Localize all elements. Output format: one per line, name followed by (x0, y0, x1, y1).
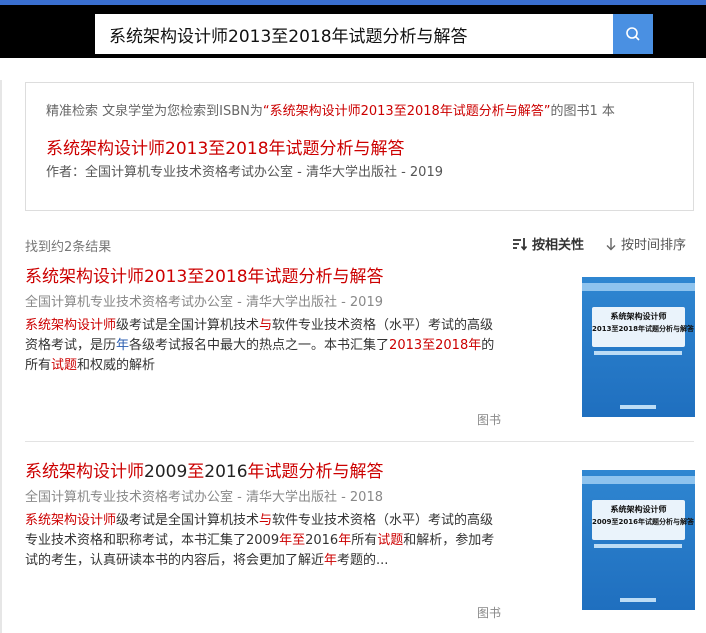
sort-time-label: 按时间排序 (621, 238, 687, 253)
cover-panel: 系统架构设计师 2013至2018年试题分析与解答 (592, 307, 694, 347)
cover-band (582, 283, 695, 291)
cover-author-line (594, 351, 682, 355)
highlight-text: 2009 (144, 462, 188, 482)
sort-by-relevance[interactable]: 按相关性 (512, 234, 584, 253)
precise-suffix: 的图书1 本 (550, 104, 615, 119)
sort-by-time[interactable]: 按时间排序 (605, 234, 686, 253)
precise-search-box: 精准检索 文泉学堂为您检索到ISBN为“系统架构设计师2013至2018年试题分… (25, 82, 694, 211)
result-type-badge: 图书 (477, 606, 502, 620)
top-accent-line (0, 0, 706, 5)
highlight-text: 年 (324, 553, 338, 568)
cover-publisher-line (620, 598, 656, 602)
precise-search-summary: 精准检索 文泉学堂为您检索到ISBN为“系统架构设计师2013至2018年试题分… (46, 100, 615, 119)
cover-subtitle: 2013至2018年试题分析与解答 (592, 325, 694, 333)
top-bar (0, 0, 706, 58)
precise-intro: 精准检索 文泉学堂为您检索到ISBN为 (46, 104, 263, 119)
precise-book-author: 作者：全国计算机专业技术资格考试办公室 - 清华大学出版社 - 2019 (46, 165, 443, 180)
highlight-text: 年试题分析与解答 (247, 462, 384, 482)
highlight-text: 系统架构设计师 (25, 318, 117, 333)
sort-relevance-icon (513, 237, 528, 251)
text-segment: 所有 (351, 533, 378, 548)
cover-title: 系统架构设计师 (610, 505, 667, 514)
cover-band (582, 476, 695, 484)
arrow-down-icon (606, 237, 616, 250)
text-segment: 2016 (305, 533, 339, 548)
precise-book-title[interactable]: 系统架构设计师2013至2018年试题分析与解答 (46, 134, 405, 159)
text-segment: 各级考试报名中最大的热点之一。本书汇集了 (129, 338, 390, 353)
highlight-text: 年 (116, 338, 130, 353)
search-button[interactable] (613, 14, 653, 54)
result-type-badge: 图书 (477, 413, 502, 427)
book-cover[interactable]: 系统架构设计师 2013至2018年试题分析与解答 (582, 277, 695, 417)
cover-title: 系统架构设计师 (610, 312, 667, 321)
result-divider (25, 441, 694, 442)
highlight-text: 2016 (204, 462, 248, 482)
highlight-text: 2013至2018年 (389, 338, 482, 353)
highlight-text: 与 (259, 513, 273, 528)
precise-query: “系统架构设计师2013至2018年试题分析与解答” (262, 104, 551, 119)
highlight-text: 至 (187, 462, 205, 482)
text-segment: 考题的... (337, 553, 389, 568)
book-cover[interactable]: 系统架构设计师 2009至2016年试题分析与解答 (582, 470, 695, 610)
result-title-text: 系统架构设计师2013至2018年试题分析与解答 (25, 267, 384, 287)
cover-author-line (594, 544, 682, 548)
highlight-text: 系统架构设计师 (25, 513, 117, 528)
result-description: 系统架构设计师级考试是全国计算机技术与软件专业技术资格（水平）考试的高级专业技术… (25, 511, 505, 571)
highlight-text: 试题 (51, 358, 78, 373)
search-input[interactable] (95, 14, 613, 54)
cover-panel: 系统架构设计师 2009至2016年试题分析与解答 (592, 500, 694, 540)
highlight-text: 试题 (377, 533, 404, 548)
highlight-text: 年 (338, 533, 352, 548)
text-segment: 级考试是全国计算机技术 (116, 513, 260, 528)
highlight-text: 年至 (279, 533, 306, 548)
cover-subtitle: 2009至2016年试题分析与解答 (592, 518, 694, 526)
sort-relevance-label: 按相关性 (532, 238, 585, 253)
cover-publisher-line (620, 405, 656, 409)
search-icon (626, 27, 640, 41)
text-segment: 和权威的解析 (77, 358, 156, 373)
result-description: 系统架构设计师级考试是全国计算机技术与软件专业技术资格（水平）考试的高级资格考试… (25, 316, 505, 376)
text-segment: 级考试是全国计算机技术 (116, 318, 260, 333)
result-count: 找到约2条结果 (25, 240, 112, 255)
highlight-text: 与 (259, 318, 273, 333)
left-edge (0, 80, 6, 633)
highlight-text: 系统架构设计师 (25, 462, 144, 482)
